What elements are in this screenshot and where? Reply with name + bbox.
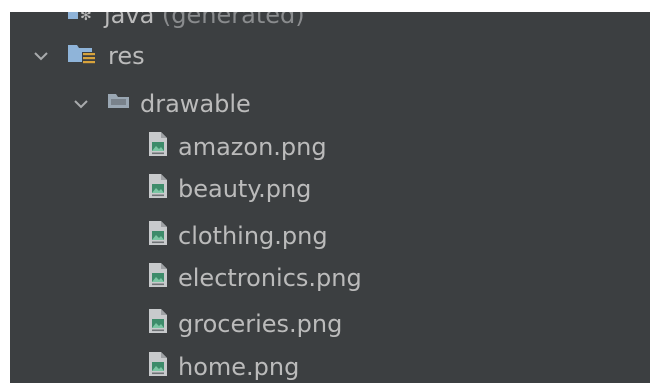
image-file-icon [146, 307, 170, 341]
tree-item-file[interactable]: electronics.png [146, 255, 362, 301]
image-file-icon [146, 172, 170, 206]
tree-item-file[interactable]: groceries.png [146, 301, 342, 347]
svg-text:✻: ✻ [80, 12, 92, 23]
tree-item-label: drawable [140, 90, 251, 118]
file-name: clothing.png [178, 222, 328, 250]
resource-folder-icon [66, 41, 100, 71]
image-file-icon [146, 350, 170, 383]
folder-icon [106, 90, 132, 118]
tree-item-file[interactable]: beauty.png [146, 166, 311, 212]
file-name: beauty.png [178, 175, 312, 203]
generated-java-folder-icon: ✻ [68, 12, 96, 29]
project-tree-panel: ✻ java (generated) res drawable amazon.p… [10, 12, 650, 383]
file-name: home.png [178, 353, 300, 381]
tree-item-file[interactable]: home.png [146, 344, 299, 383]
tree-item-file[interactable]: amazon.png [146, 124, 327, 170]
file-name: amazon.png [178, 133, 327, 161]
image-file-icon [146, 219, 170, 253]
tree-item-res[interactable]: res [30, 33, 145, 79]
tree-item-file[interactable]: clothing.png [146, 213, 328, 259]
top-border [0, 0, 660, 12]
tree-item-drawable[interactable]: drawable [70, 81, 251, 127]
chevron-down-icon[interactable] [70, 93, 92, 115]
chevron-down-icon[interactable] [30, 45, 52, 67]
file-name: groceries.png [178, 310, 343, 338]
file-name: electronics.png [178, 264, 362, 292]
image-file-icon [146, 261, 170, 295]
tree-item-label: res [108, 42, 145, 70]
image-file-icon [146, 130, 170, 164]
